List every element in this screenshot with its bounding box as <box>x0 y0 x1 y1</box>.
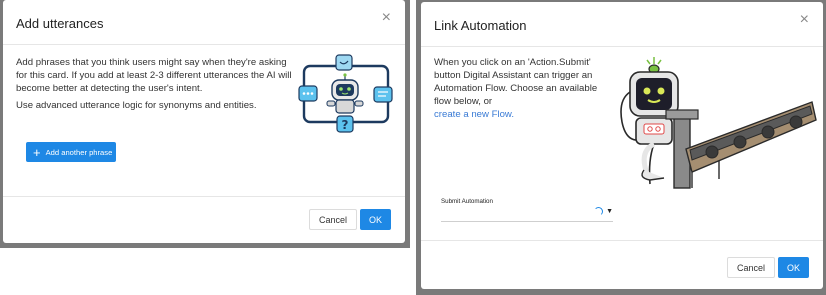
add-another-phrase-button[interactable]: + Add another phrase <box>26 142 116 162</box>
ok-button[interactable]: OK <box>360 209 391 230</box>
close-icon[interactable]: × <box>800 12 809 28</box>
loading-spinner-icon <box>594 207 603 216</box>
automation-description-text: When you click on an 'Action.Submit' but… <box>434 57 598 107</box>
dialog-header: Add utterances × <box>3 0 405 45</box>
utterances-description: Add phrases that you think users might s… <box>16 57 292 94</box>
plus-icon: + <box>33 144 41 160</box>
link-automation-dialog: Link Automation × When you click on an '… <box>421 2 823 289</box>
automation-description: When you click on an 'Action.Submit' but… <box>434 56 612 121</box>
submit-automation-label: Submit Automation <box>441 198 493 205</box>
dialog-header: Link Automation × <box>421 2 823 47</box>
caret-down-icon[interactable]: ▼ <box>606 208 613 215</box>
create-flow-link[interactable]: create a new Flow. <box>434 109 514 120</box>
submit-automation-select[interactable]: ▼ <box>441 207 613 222</box>
dialog-footer: Cancel OK <box>3 196 405 243</box>
robot-chat-illustration: ? <box>298 54 393 133</box>
cancel-button[interactable]: Cancel <box>727 257 775 278</box>
utterances-hint: Use advanced utterance logic for synonym… <box>16 100 257 111</box>
cancel-button[interactable]: Cancel <box>309 209 357 230</box>
dialog-footer: Cancel OK <box>421 240 823 289</box>
svg-text:?: ? <box>342 118 349 132</box>
robot-conveyor-illustration <box>620 57 817 189</box>
dialog-title: Add utterances <box>16 16 104 31</box>
add-another-phrase-label: Add another phrase <box>45 147 113 157</box>
ok-button[interactable]: OK <box>778 257 809 278</box>
dialog-title: Link Automation <box>434 18 527 33</box>
add-utterances-dialog: Add utterances × Add phrases that you th… <box>3 0 405 243</box>
close-icon[interactable]: × <box>382 10 391 26</box>
